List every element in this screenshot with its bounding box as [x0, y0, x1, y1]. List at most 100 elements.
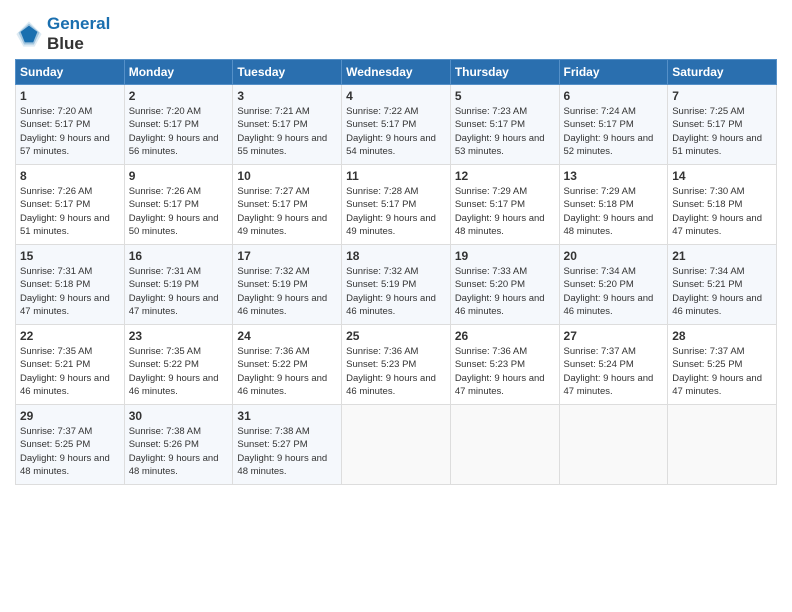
- logo-text: General Blue: [47, 14, 110, 53]
- daylight-label: Daylight: 9 hours and 47 minutes.: [564, 373, 654, 397]
- sunrise-label: Sunrise: 7:37 AM: [20, 426, 92, 437]
- sunset-label: Sunset: 5:20 PM: [564, 279, 634, 290]
- calendar-cell: 17 Sunrise: 7:32 AM Sunset: 5:19 PM Dayl…: [233, 245, 342, 325]
- daylight-label: Daylight: 9 hours and 47 minutes.: [20, 293, 110, 317]
- col-header-saturday: Saturday: [668, 60, 777, 85]
- sunrise-label: Sunrise: 7:23 AM: [455, 106, 527, 117]
- sunrise-label: Sunrise: 7:25 AM: [672, 106, 744, 117]
- day-info: Sunrise: 7:36 AM Sunset: 5:23 PM Dayligh…: [455, 345, 555, 398]
- sunrise-label: Sunrise: 7:31 AM: [20, 266, 92, 277]
- day-number: 29: [20, 409, 120, 423]
- daylight-label: Daylight: 9 hours and 54 minutes.: [346, 133, 436, 157]
- calendar-cell: 3 Sunrise: 7:21 AM Sunset: 5:17 PM Dayli…: [233, 85, 342, 165]
- day-number: 16: [129, 249, 229, 263]
- daylight-label: Daylight: 9 hours and 50 minutes.: [129, 213, 219, 237]
- daylight-label: Daylight: 9 hours and 48 minutes.: [564, 213, 654, 237]
- calendar-cell: [450, 405, 559, 485]
- sunrise-label: Sunrise: 7:36 AM: [455, 346, 527, 357]
- calendar-cell: 18 Sunrise: 7:32 AM Sunset: 5:19 PM Dayl…: [342, 245, 451, 325]
- calendar-cell: 23 Sunrise: 7:35 AM Sunset: 5:22 PM Dayl…: [124, 325, 233, 405]
- day-number: 11: [346, 169, 446, 183]
- day-number: 18: [346, 249, 446, 263]
- day-info: Sunrise: 7:26 AM Sunset: 5:17 PM Dayligh…: [20, 185, 120, 238]
- sunset-label: Sunset: 5:17 PM: [237, 199, 307, 210]
- daylight-label: Daylight: 9 hours and 52 minutes.: [564, 133, 654, 157]
- daylight-label: Daylight: 9 hours and 46 minutes.: [346, 373, 436, 397]
- daylight-label: Daylight: 9 hours and 48 minutes.: [455, 213, 545, 237]
- day-info: Sunrise: 7:27 AM Sunset: 5:17 PM Dayligh…: [237, 185, 337, 238]
- sunrise-label: Sunrise: 7:34 AM: [564, 266, 636, 277]
- daylight-label: Daylight: 9 hours and 46 minutes.: [129, 373, 219, 397]
- sunset-label: Sunset: 5:22 PM: [129, 359, 199, 370]
- calendar-cell: 26 Sunrise: 7:36 AM Sunset: 5:23 PM Dayl…: [450, 325, 559, 405]
- day-number: 17: [237, 249, 337, 263]
- sunset-label: Sunset: 5:17 PM: [20, 119, 90, 130]
- day-number: 30: [129, 409, 229, 423]
- daylight-label: Daylight: 9 hours and 57 minutes.: [20, 133, 110, 157]
- sunset-label: Sunset: 5:20 PM: [455, 279, 525, 290]
- sunset-label: Sunset: 5:19 PM: [237, 279, 307, 290]
- day-info: Sunrise: 7:22 AM Sunset: 5:17 PM Dayligh…: [346, 105, 446, 158]
- calendar-cell: 12 Sunrise: 7:29 AM Sunset: 5:17 PM Dayl…: [450, 165, 559, 245]
- calendar-cell: 6 Sunrise: 7:24 AM Sunset: 5:17 PM Dayli…: [559, 85, 668, 165]
- day-number: 31: [237, 409, 337, 423]
- daylight-label: Daylight: 9 hours and 48 minutes.: [129, 453, 219, 477]
- logo-icon: [15, 20, 43, 48]
- header: General Blue: [15, 10, 777, 53]
- calendar-cell: [668, 405, 777, 485]
- day-number: 9: [129, 169, 229, 183]
- daylight-label: Daylight: 9 hours and 56 minutes.: [129, 133, 219, 157]
- sunrise-label: Sunrise: 7:35 AM: [129, 346, 201, 357]
- day-info: Sunrise: 7:37 AM Sunset: 5:25 PM Dayligh…: [20, 425, 120, 478]
- sunset-label: Sunset: 5:21 PM: [20, 359, 90, 370]
- daylight-label: Daylight: 9 hours and 46 minutes.: [237, 373, 327, 397]
- day-number: 7: [672, 89, 772, 103]
- day-number: 1: [20, 89, 120, 103]
- daylight-label: Daylight: 9 hours and 49 minutes.: [237, 213, 327, 237]
- sunset-label: Sunset: 5:23 PM: [455, 359, 525, 370]
- day-number: 10: [237, 169, 337, 183]
- sunset-label: Sunset: 5:19 PM: [129, 279, 199, 290]
- calendar-cell: 2 Sunrise: 7:20 AM Sunset: 5:17 PM Dayli…: [124, 85, 233, 165]
- sunset-label: Sunset: 5:21 PM: [672, 279, 742, 290]
- calendar-cell: 31 Sunrise: 7:38 AM Sunset: 5:27 PM Dayl…: [233, 405, 342, 485]
- sunset-label: Sunset: 5:22 PM: [237, 359, 307, 370]
- day-number: 19: [455, 249, 555, 263]
- day-number: 22: [20, 329, 120, 343]
- daylight-label: Daylight: 9 hours and 46 minutes.: [672, 293, 762, 317]
- day-info: Sunrise: 7:20 AM Sunset: 5:17 PM Dayligh…: [20, 105, 120, 158]
- sunrise-label: Sunrise: 7:37 AM: [672, 346, 744, 357]
- daylight-label: Daylight: 9 hours and 46 minutes.: [455, 293, 545, 317]
- calendar-cell: 21 Sunrise: 7:34 AM Sunset: 5:21 PM Dayl…: [668, 245, 777, 325]
- sunrise-label: Sunrise: 7:31 AM: [129, 266, 201, 277]
- calendar-cell: 19 Sunrise: 7:33 AM Sunset: 5:20 PM Dayl…: [450, 245, 559, 325]
- calendar-cell: 20 Sunrise: 7:34 AM Sunset: 5:20 PM Dayl…: [559, 245, 668, 325]
- daylight-label: Daylight: 9 hours and 47 minutes.: [672, 373, 762, 397]
- day-info: Sunrise: 7:35 AM Sunset: 5:22 PM Dayligh…: [129, 345, 229, 398]
- calendar-cell: [559, 405, 668, 485]
- sunrise-label: Sunrise: 7:38 AM: [237, 426, 309, 437]
- sunset-label: Sunset: 5:17 PM: [672, 119, 742, 130]
- sunrise-label: Sunrise: 7:27 AM: [237, 186, 309, 197]
- sunset-label: Sunset: 5:18 PM: [564, 199, 634, 210]
- sunrise-label: Sunrise: 7:30 AM: [672, 186, 744, 197]
- sunrise-label: Sunrise: 7:32 AM: [237, 266, 309, 277]
- col-header-friday: Friday: [559, 60, 668, 85]
- sunrise-label: Sunrise: 7:35 AM: [20, 346, 92, 357]
- calendar-cell: 25 Sunrise: 7:36 AM Sunset: 5:23 PM Dayl…: [342, 325, 451, 405]
- sunset-label: Sunset: 5:17 PM: [346, 119, 416, 130]
- sunrise-label: Sunrise: 7:21 AM: [237, 106, 309, 117]
- col-header-wednesday: Wednesday: [342, 60, 451, 85]
- col-header-monday: Monday: [124, 60, 233, 85]
- day-number: 13: [564, 169, 664, 183]
- calendar-cell: 15 Sunrise: 7:31 AM Sunset: 5:18 PM Dayl…: [16, 245, 125, 325]
- day-number: 6: [564, 89, 664, 103]
- sunset-label: Sunset: 5:17 PM: [455, 119, 525, 130]
- daylight-label: Daylight: 9 hours and 53 minutes.: [455, 133, 545, 157]
- sunrise-label: Sunrise: 7:32 AM: [346, 266, 418, 277]
- day-info: Sunrise: 7:30 AM Sunset: 5:18 PM Dayligh…: [672, 185, 772, 238]
- daylight-label: Daylight: 9 hours and 51 minutes.: [20, 213, 110, 237]
- day-info: Sunrise: 7:25 AM Sunset: 5:17 PM Dayligh…: [672, 105, 772, 158]
- day-info: Sunrise: 7:38 AM Sunset: 5:26 PM Dayligh…: [129, 425, 229, 478]
- calendar-cell: 4 Sunrise: 7:22 AM Sunset: 5:17 PM Dayli…: [342, 85, 451, 165]
